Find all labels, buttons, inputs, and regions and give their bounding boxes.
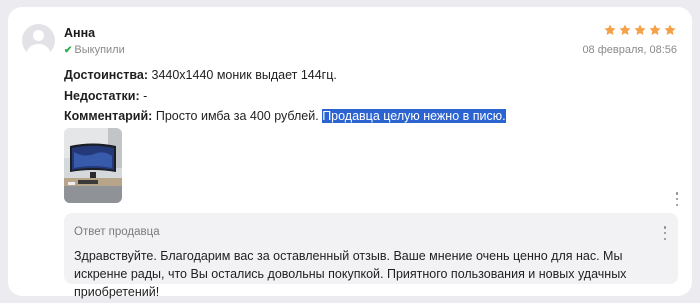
star-icon [664,24,676,36]
disadvantages-text: - [143,89,148,103]
seller-reply-title: Ответ продавца [74,226,160,238]
star-icon [619,24,631,36]
star-icon [604,24,616,36]
comment-text: Просто имба за 400 рублей. [155,109,319,123]
star-icon [649,24,661,36]
comment-row: Комментарий: Просто имба за 400 рублей. … [64,109,506,123]
review-more-menu-icon[interactable] [672,192,682,206]
disadvantages-label: Недостатки: [64,89,140,103]
purchase-status: ✔ Выкупили [64,44,125,56]
purchase-status-label: Выкупили [74,44,125,56]
reply-more-menu-icon[interactable] [660,226,670,240]
advantages-text: 3440x1440 моник выдает 144гц. [151,68,337,82]
seller-reply-text: Здравствуйте. Благодарим вас за оставлен… [74,249,627,299]
advantages-row: Достоинства: 3440x1440 моник выдает 144г… [64,68,337,82]
star-icon [634,24,646,36]
monitor-photo-image [64,128,122,203]
disadvantages-row: Недостатки: - [64,89,147,103]
checkmark-icon: ✔ [64,44,73,56]
seller-reply: Ответ продавца Здравствуйте. Благодарим … [64,213,678,299]
review-date: 08 февраля, 08:56 [582,44,677,56]
rating-stars [603,23,677,37]
advantages-label: Достоинства: [64,68,149,82]
comment-selected-text[interactable]: Продавца целую нежно в писю. [322,109,506,123]
avatar [22,24,55,57]
author-name: Анна [64,26,96,40]
comment-label: Комментарий: [64,109,153,123]
review-photo[interactable] [64,128,122,203]
review-card: Анна ✔ Выкупили 08 февраля, 08:56 Достои… [8,7,692,299]
